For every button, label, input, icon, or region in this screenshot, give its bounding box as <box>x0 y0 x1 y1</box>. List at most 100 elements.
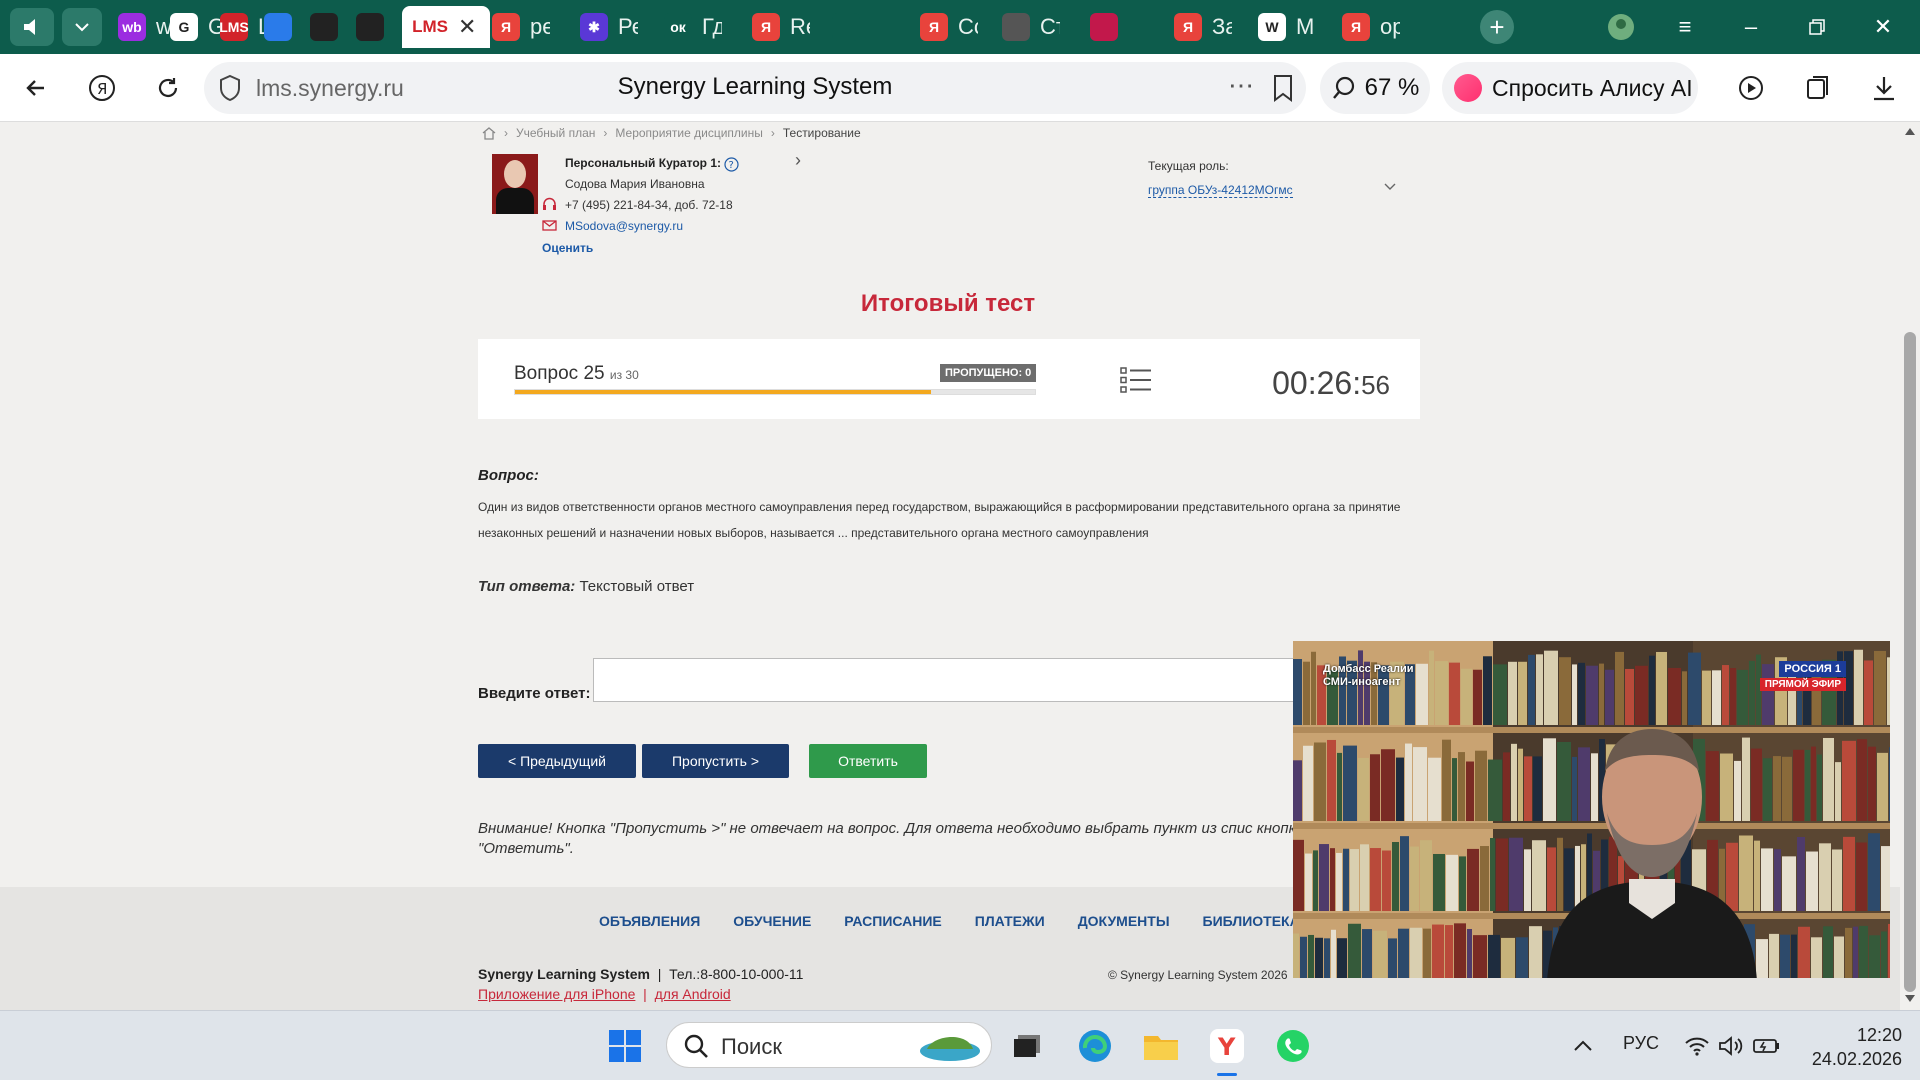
scroll-down-icon[interactable] <box>1904 994 1916 1004</box>
more-dots-icon[interactable]: ⋯ <box>1228 70 1254 101</box>
browser-tab[interactable] <box>264 6 292 48</box>
taskbar-search[interactable]: Поиск <box>666 1022 992 1068</box>
yandex-browser-icon[interactable]: Y <box>1206 1025 1248 1067</box>
scrollbar-thumb[interactable] <box>1904 332 1916 992</box>
role-select[interactable]: группа ОБУз-42412МОгмс <box>1148 183 1293 198</box>
yandex-home-icon[interactable]: Я <box>82 68 122 108</box>
skip-button[interactable]: Пропустить > <box>642 744 789 778</box>
breadcrumb-event[interactable]: Мероприятие дисциплины <box>615 126 762 140</box>
tray-overflow-icon[interactable] <box>1562 1025 1604 1067</box>
file-explorer-icon[interactable] <box>1140 1025 1182 1067</box>
book-spine <box>1314 742 1326 821</box>
curator-email[interactable]: MSodova@synergy.ru <box>565 219 683 233</box>
book-spine <box>1817 754 1822 821</box>
bookmark-icon[interactable] <box>1272 74 1294 102</box>
collections-icon[interactable] <box>1798 68 1838 108</box>
book-spine <box>1493 664 1507 725</box>
browser-tab[interactable]: Ст <box>1002 6 1060 48</box>
home-icon[interactable] <box>482 126 496 140</box>
footer-link-documents[interactable]: ДОКУМЕНТЫ <box>1078 913 1170 929</box>
progress-bar <box>514 389 1036 395</box>
menu-icon[interactable]: ≡ <box>1668 10 1702 44</box>
browser-tab[interactable]: WМ <box>1258 6 1316 48</box>
restore-button[interactable] <box>1800 10 1834 44</box>
task-view-icon[interactable] <box>1006 1025 1048 1067</box>
close-tab-icon[interactable]: ✕ <box>458 14 476 40</box>
scroll-up-icon[interactable] <box>1904 126 1916 136</box>
breadcrumb-current: Тестирование <box>782 126 861 140</box>
curator-next-icon[interactable]: › <box>795 150 801 171</box>
browser-tab[interactable]: ✱ Ре <box>580 6 638 48</box>
android-app-link[interactable]: для Android <box>655 986 731 1002</box>
answer-input[interactable] <box>593 658 1313 702</box>
book-spine <box>1842 740 1856 821</box>
question-list-icon[interactable] <box>1120 367 1152 393</box>
browser-tab[interactable]: Я За <box>1174 6 1232 48</box>
book-spine <box>1845 927 1852 978</box>
profile-icon[interactable] <box>1604 10 1638 44</box>
whatsapp-icon[interactable] <box>1272 1025 1314 1067</box>
download-icon[interactable] <box>1864 68 1904 108</box>
rate-curator-link[interactable]: Оценить <box>542 241 593 255</box>
role-chevron-down-icon[interactable] <box>1384 178 1396 196</box>
footer-app-links: Приложение для iPhone | для Android <box>478 986 731 1002</box>
browser-tab[interactable]: Яор <box>1342 6 1400 48</box>
book-spine <box>1327 739 1336 821</box>
answer-label: Введите ответ: <box>478 685 591 702</box>
input-language[interactable]: РУС <box>1623 1033 1659 1054</box>
omnibox[interactable]: lms.synergy.ru Synergy Learning System ⋯ <box>204 62 1306 114</box>
book-spine <box>1503 752 1510 821</box>
reload-icon[interactable] <box>148 68 188 108</box>
book-spine <box>1449 662 1460 725</box>
browser-tab[interactable]: wbwb <box>118 6 176 48</box>
new-tab-button[interactable]: + <box>1480 10 1514 44</box>
footer-link-announcements[interactable]: ОБЪЯВЛЕНИЯ <box>599 913 700 929</box>
browser-tab[interactable] <box>356 6 384 48</box>
footer-link-education[interactable]: ОБУЧЕНИЕ <box>733 913 811 929</box>
browser-tab[interactable]: ок Гд <box>664 6 722 48</box>
book-spine <box>1466 761 1474 821</box>
book-spine <box>1423 928 1431 978</box>
close-window-button[interactable]: ✕ <box>1866 10 1900 44</box>
browser-tab[interactable]: Я Re <box>752 6 810 48</box>
progress-fill <box>515 390 931 394</box>
tab-favicon-icon: Я <box>492 13 520 41</box>
breadcrumb-sep-icon: › <box>504 126 508 140</box>
book-spine <box>1854 649 1863 725</box>
breadcrumb-plan[interactable]: Учебный план <box>516 126 595 140</box>
ask-alice-button[interactable]: Спросить Алису AI <box>1442 62 1698 114</box>
iphone-app-link[interactable]: Приложение для iPhone <box>478 986 635 1002</box>
book-spine <box>1337 752 1342 821</box>
curator-name: Содова Мария Ивановна <box>565 177 705 191</box>
edge-icon[interactable] <box>1074 1025 1116 1067</box>
browser-tab[interactable] <box>310 6 338 48</box>
previous-button[interactable]: < Предыдущий <box>478 744 636 778</box>
book-spine <box>1330 848 1335 911</box>
book-spine <box>1348 923 1361 978</box>
footer-link-payments[interactable]: ПЛАТЕЖИ <box>975 913 1045 929</box>
footer-link-schedule[interactable]: РАСПИСАНИЕ <box>844 913 942 929</box>
minimize-button[interactable]: – <box>1734 10 1768 44</box>
book-spine <box>1488 759 1502 821</box>
browser-tab[interactable] <box>832 6 860 48</box>
tabs-dropdown-icon[interactable] <box>62 8 102 46</box>
browser-tab[interactable]: LMS ✕ <box>402 6 490 48</box>
back-arrow-icon[interactable] <box>16 68 56 108</box>
book-spine <box>1358 757 1369 821</box>
browser-tab[interactable]: Я Сс <box>920 6 978 48</box>
picture-in-picture-video[interactable]: Домбасс Реалии СМИ-иноагент РОССИЯ 1 ПРЯМ… <box>1293 641 1890 978</box>
clock-time: 12:20 <box>1856 1025 1902 1045</box>
answer-button[interactable]: Ответить <box>809 744 927 778</box>
video-play-icon[interactable] <box>1732 68 1772 108</box>
sidebar-toggle-icon[interactable] <box>10 8 54 46</box>
footer-link-library[interactable]: БИБЛИОТЕКА <box>1203 913 1300 929</box>
browser-tab[interactable] <box>1090 6 1118 48</box>
page-scrollbar[interactable] <box>1900 122 1920 1010</box>
system-clock[interactable]: 12:20 24.02.2026 <box>1806 1023 1902 1071</box>
question-counter: Вопрос 25 из 30 <box>514 363 639 385</box>
battery-icon[interactable] <box>1746 1025 1788 1067</box>
help-icon[interactable]: ? <box>724 157 739 172</box>
zoom-indicator[interactable]: 67 % <box>1320 62 1430 114</box>
windows-start-icon[interactable] <box>604 1025 646 1067</box>
browser-tab[interactable]: Яре <box>492 6 550 48</box>
